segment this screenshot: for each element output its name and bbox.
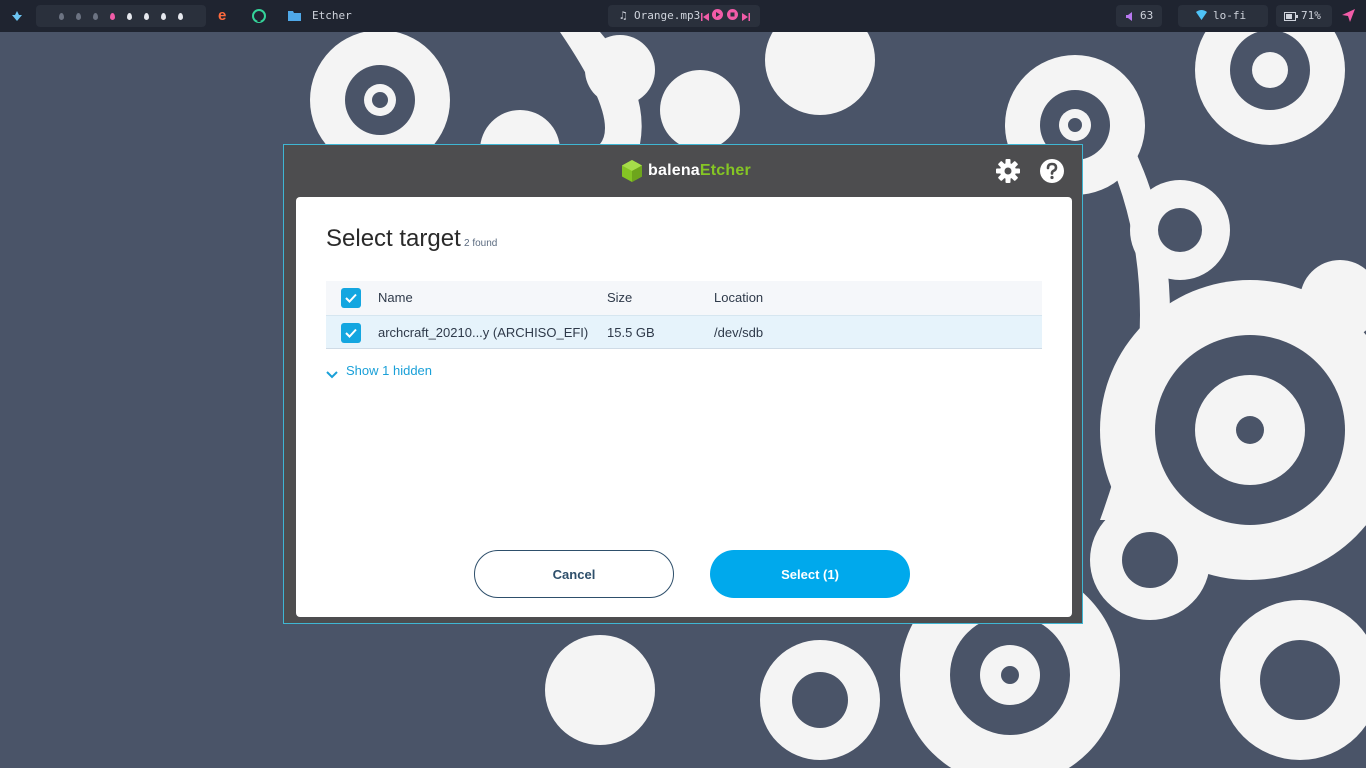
settings-gear-icon[interactable]	[995, 158, 1021, 184]
browser-icon[interactable]: e	[218, 8, 232, 24]
cube-icon	[622, 160, 642, 182]
workspace-3[interactable]	[93, 12, 98, 20]
battery-icon	[1284, 11, 1298, 21]
network-name: lo-fi	[1213, 9, 1247, 22]
window-header: balenaEtcher	[284, 145, 1082, 197]
select-target-panel: Select target 2 found Name Size Location…	[296, 197, 1072, 617]
show-hidden-label: Show 1 hidden	[346, 363, 433, 378]
play-icon[interactable]	[712, 9, 723, 20]
select-all-checkbox[interactable]	[341, 288, 361, 308]
previous-track-icon[interactable]	[701, 11, 709, 21]
workspace-8[interactable]	[178, 12, 183, 20]
volume-level: 63	[1140, 9, 1154, 22]
active-window-title: Etcher	[312, 9, 352, 22]
etcher-window: balenaEtcher Select target 2 found Name …	[283, 144, 1083, 624]
stop-icon[interactable]	[727, 9, 738, 20]
wifi-icon	[1196, 10, 1207, 20]
column-location[interactable]: Location	[714, 281, 763, 314]
workspace-4[interactable]	[110, 12, 115, 20]
drive-location: /dev/sdb	[714, 325, 764, 340]
table-header: Name Size Location	[326, 281, 1042, 315]
brand-accent: Etcher	[699, 162, 751, 179]
launcher-icon[interactable]	[10, 9, 24, 23]
balena-etcher-logo: balenaEtcher	[622, 159, 751, 183]
top-panel: e Etcher ♫ Orange.mp3 63 lo-fi 71%	[0, 0, 1366, 32]
found-count: 2 found	[464, 238, 498, 249]
media-track: Orange.mp3	[634, 9, 701, 22]
send-icon[interactable]	[1342, 9, 1355, 22]
column-name[interactable]: Name	[378, 281, 413, 314]
workspace-switcher	[36, 5, 206, 27]
workspace-2[interactable]	[76, 12, 81, 20]
music-note-icon: ♫	[620, 9, 627, 22]
volume-icon	[1126, 11, 1134, 21]
brand-primary: balena	[648, 162, 700, 179]
drive-checkbox[interactable]	[341, 323, 361, 343]
next-track-icon[interactable]	[742, 11, 750, 21]
workspace-5[interactable]	[127, 12, 132, 20]
table-row[interactable]: archcraft_20210...y (ARCHISO_EFI) 15.5 G…	[326, 315, 1042, 349]
workspace-1[interactable]	[59, 12, 64, 20]
drive-name: archcraft_20210...y (ARCHISO_EFI)	[378, 325, 589, 340]
chevron-down-icon	[326, 367, 338, 378]
battery-widget[interactable]: 71%	[1276, 5, 1332, 27]
folder-icon	[288, 10, 301, 21]
battery-level: 71%	[1301, 9, 1321, 22]
cancel-button[interactable]: Cancel	[474, 550, 674, 598]
show-hidden-toggle[interactable]: Show 1 hidden	[326, 363, 432, 378]
workspace-6[interactable]	[144, 12, 149, 20]
network-widget[interactable]: lo-fi	[1178, 5, 1268, 27]
media-player: ♫ Orange.mp3	[608, 5, 760, 27]
column-size[interactable]: Size	[607, 281, 632, 314]
volume-widget[interactable]: 63	[1116, 5, 1162, 27]
brand-name: balenaEtcher	[648, 162, 751, 180]
page-title: Select target	[326, 225, 461, 252]
drive-size: 15.5 GB	[607, 325, 655, 340]
help-icon[interactable]	[1039, 158, 1065, 184]
workspace-7[interactable]	[161, 12, 166, 20]
select-button[interactable]: Select (1)	[710, 550, 910, 598]
github-icon[interactable]	[252, 9, 266, 23]
drive-table: Name Size Location archcraft_20210...y (…	[326, 281, 1042, 349]
